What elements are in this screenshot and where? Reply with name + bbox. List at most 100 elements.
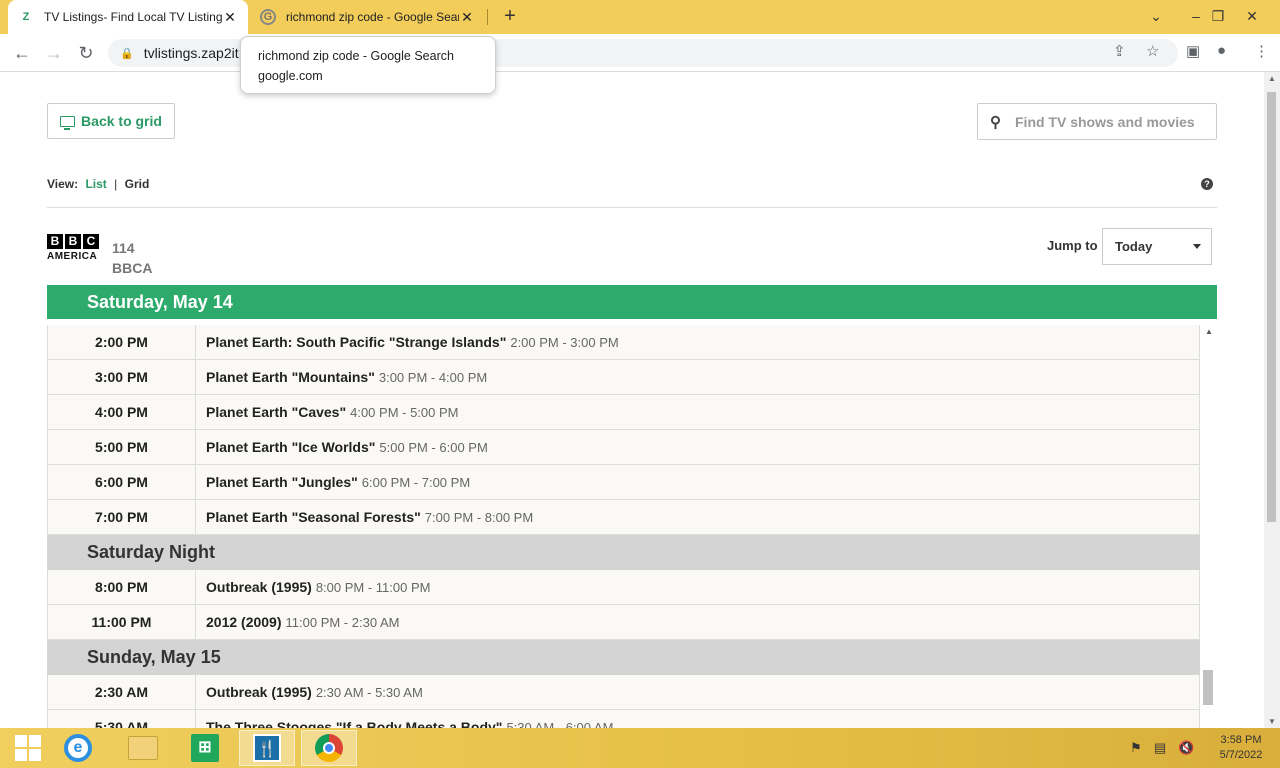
profile-avatar-icon[interactable]: ●	[1217, 42, 1226, 59]
taskbar-app[interactable]: 🍴	[239, 730, 295, 766]
search-icon: ⚲	[990, 113, 1001, 131]
listing-scrollbar[interactable]: ▲	[1200, 325, 1217, 728]
listing-time: 11:00 PM	[48, 605, 196, 639]
back-arrow-icon[interactable]: ←	[8, 40, 36, 66]
tab-title: TV Listings- Find Local TV Listing	[44, 10, 222, 24]
scroll-thumb[interactable]	[1203, 670, 1213, 705]
tab-divider	[487, 9, 488, 25]
show-title-link[interactable]: The Three Stooges "If a Body Meets a Bod…	[206, 719, 502, 728]
new-tab-button[interactable]: +	[498, 4, 522, 28]
screen: Z TV Listings- Find Local TV Listing ✕ G…	[0, 0, 1280, 768]
listing-row[interactable]: 6:00 PM Planet Earth "Jungles" 6:00 PM - 7…	[47, 465, 1200, 500]
listing-show: The Three Stooges "If a Body Meets a Bod…	[196, 710, 613, 728]
listing-show: 2012 (2009) 11:00 PM - 2:30 AM	[196, 605, 399, 639]
page-scrollbar[interactable]: ▲ ▼	[1264, 72, 1280, 728]
day-header: Saturday, May 14	[47, 285, 1217, 319]
back-to-grid-button[interactable]: Back to grid	[47, 103, 175, 139]
show-title-link[interactable]: Planet Earth "Ice Worlds"	[206, 439, 375, 455]
show-title-link[interactable]: Planet Earth "Caves"	[206, 404, 346, 420]
view-list-link[interactable]: List	[85, 177, 106, 191]
listing-time: 5:30 AM	[48, 710, 196, 728]
hover-card-domain: google.com	[258, 69, 323, 83]
show-title-link[interactable]: Planet Earth "Mountains"	[206, 369, 375, 385]
listing-show: Planet Earth "Caves" 4:00 PM - 5:00 PM	[196, 395, 459, 429]
tab-hover-card: richmond zip code - Google Search google…	[240, 36, 496, 94]
scroll-up-icon[interactable]: ▲	[1268, 74, 1276, 83]
show-title-link[interactable]: Outbreak (1995)	[206, 579, 312, 595]
menu-kebab-icon[interactable]: ⋮	[1254, 42, 1269, 60]
show-time-span: 3:00 PM - 4:00 PM	[378, 370, 488, 385]
listing-row[interactable]: 5:30 AM The Three Stooges "If a Body Meet…	[47, 710, 1200, 728]
listing-row[interactable]: 2:30 AM Outbreak (1995) 2:30 AM - 5:30 AM	[47, 675, 1200, 710]
close-window-icon[interactable]: ✕	[1232, 0, 1272, 34]
action-center-flag-icon[interactable]: ⚑	[1130, 740, 1142, 756]
show-title-link[interactable]: Planet Earth: South Pacific "Strange Isl…	[206, 334, 506, 350]
listing-show: Planet Earth "Mountains" 3:00 PM - 4:00 P…	[196, 360, 487, 394]
listing-row[interactable]: 5:00 PM Planet Earth "Ice Worlds" 5:00 PM …	[47, 430, 1200, 465]
logo-letter: B	[65, 234, 81, 249]
side-panel-icon[interactable]: ▣	[1186, 42, 1200, 60]
taskbar-explorer[interactable]	[115, 730, 171, 766]
show-title-link[interactable]: Outbreak (1995)	[206, 684, 312, 700]
scroll-up-icon[interactable]: ▲	[1205, 327, 1213, 336]
system-clock[interactable]: 3:58 PM 5/7/2022	[1210, 733, 1272, 763]
listing-row[interactable]: 7:00 PM Planet Earth "Seasonal Forests" 7:…	[47, 500, 1200, 535]
network-icon[interactable]: ▤	[1154, 740, 1166, 756]
chrome-icon	[315, 734, 343, 762]
share-icon[interactable]: ⇪	[1113, 42, 1126, 60]
file-explorer-icon	[128, 736, 158, 760]
show-title-link[interactable]: Planet Earth "Jungles"	[206, 474, 358, 490]
tab-tv-listings[interactable]: Z TV Listings- Find Local TV Listing ✕	[8, 0, 248, 34]
listing-row[interactable]: 8:00 PM Outbreak (1995) 8:00 PM - 11:00 PM	[47, 570, 1200, 605]
listing-row[interactable]: 11:00 PM 2012 (2009) 11:00 PM - 2:30 AM	[47, 605, 1200, 640]
show-time-span: 8:00 PM - 11:00 PM	[315, 580, 431, 595]
start-button[interactable]	[0, 730, 56, 766]
listing-show: Planet Earth: South Pacific "Strange Isl…	[196, 325, 619, 359]
view-grid-link[interactable]: Grid	[125, 177, 150, 191]
listing-time: 8:00 PM	[48, 570, 196, 604]
internet-explorer-icon: e	[64, 734, 92, 762]
bookmark-star-icon[interactable]: ☆	[1146, 42, 1159, 60]
scroll-down-icon[interactable]: ▼	[1268, 717, 1276, 726]
search-input[interactable]: ⚲ Find TV shows and movies	[977, 103, 1217, 140]
view-separator: |	[114, 177, 118, 191]
scroll-thumb[interactable]	[1267, 92, 1276, 522]
tab-bar: Z TV Listings- Find Local TV Listing ✕ G…	[0, 0, 1280, 34]
listing-table: 2:00 PM Planet Earth: South Pacific "Stra…	[47, 325, 1200, 728]
help-icon[interactable]: ?	[1201, 178, 1213, 190]
tab-google-search[interactable]: G richmond zip code - Google Search ✕	[250, 0, 485, 34]
windows-taskbar: e ⊞ 🍴 ⚑ ▤ 🔇 3:58 PM 5/7/2022	[0, 728, 1280, 768]
listing-time: 4:00 PM	[48, 395, 196, 429]
tab-title: richmond zip code - Google Search	[286, 10, 459, 24]
bbc-america-logo: B B C AMERICA	[47, 234, 101, 262]
show-time-span: 2:00 PM - 3:00 PM	[510, 335, 619, 350]
jump-to-select[interactable]: Today	[1102, 228, 1212, 265]
reload-icon[interactable]: ↻	[72, 40, 100, 66]
clock-date: 5/7/2022	[1219, 749, 1263, 761]
volume-muted-icon[interactable]: 🔇	[1178, 740, 1194, 756]
view-toggle: View: List | Grid	[47, 177, 149, 191]
tab-search-chevron-icon[interactable]: ⌄	[1136, 0, 1176, 34]
taskbar-store[interactable]: ⊞	[177, 730, 233, 766]
show-title-link[interactable]: 2012 (2009)	[206, 614, 282, 630]
hover-card-title: richmond zip code - Google Search	[258, 49, 454, 63]
listing-row[interactable]: 4:00 PM Planet Earth "Caves" 4:00 PM - 5:0…	[47, 395, 1200, 430]
close-tab-icon[interactable]: ✕	[459, 9, 475, 26]
listing-time: 2:00 PM	[48, 325, 196, 359]
show-time-span: 2:30 AM - 5:30 AM	[315, 685, 423, 700]
listing-show: Outbreak (1995) 2:30 AM - 5:30 AM	[196, 675, 423, 709]
listing-row[interactable]: 3:00 PM Planet Earth "Mountains" 3:00 PM -…	[47, 360, 1200, 395]
logo-letter: B	[47, 234, 63, 249]
windows-logo-icon	[15, 735, 41, 761]
divider	[47, 207, 1217, 208]
listing-row[interactable]: 2:00 PM Planet Earth: South Pacific "Stra…	[47, 325, 1200, 360]
show-time-span: 4:00 PM - 5:00 PM	[350, 405, 459, 420]
view-label: View:	[47, 177, 79, 191]
channel-callsign: BBCA	[112, 260, 153, 276]
show-title-link[interactable]: Planet Earth "Seasonal Forests"	[206, 509, 421, 525]
section-header: Sunday, May 15	[47, 640, 1200, 675]
forward-arrow-icon[interactable]: →	[40, 40, 68, 66]
close-tab-icon[interactable]: ✕	[222, 9, 238, 26]
taskbar-ie[interactable]: e	[50, 730, 106, 766]
taskbar-chrome[interactable]	[301, 730, 357, 766]
